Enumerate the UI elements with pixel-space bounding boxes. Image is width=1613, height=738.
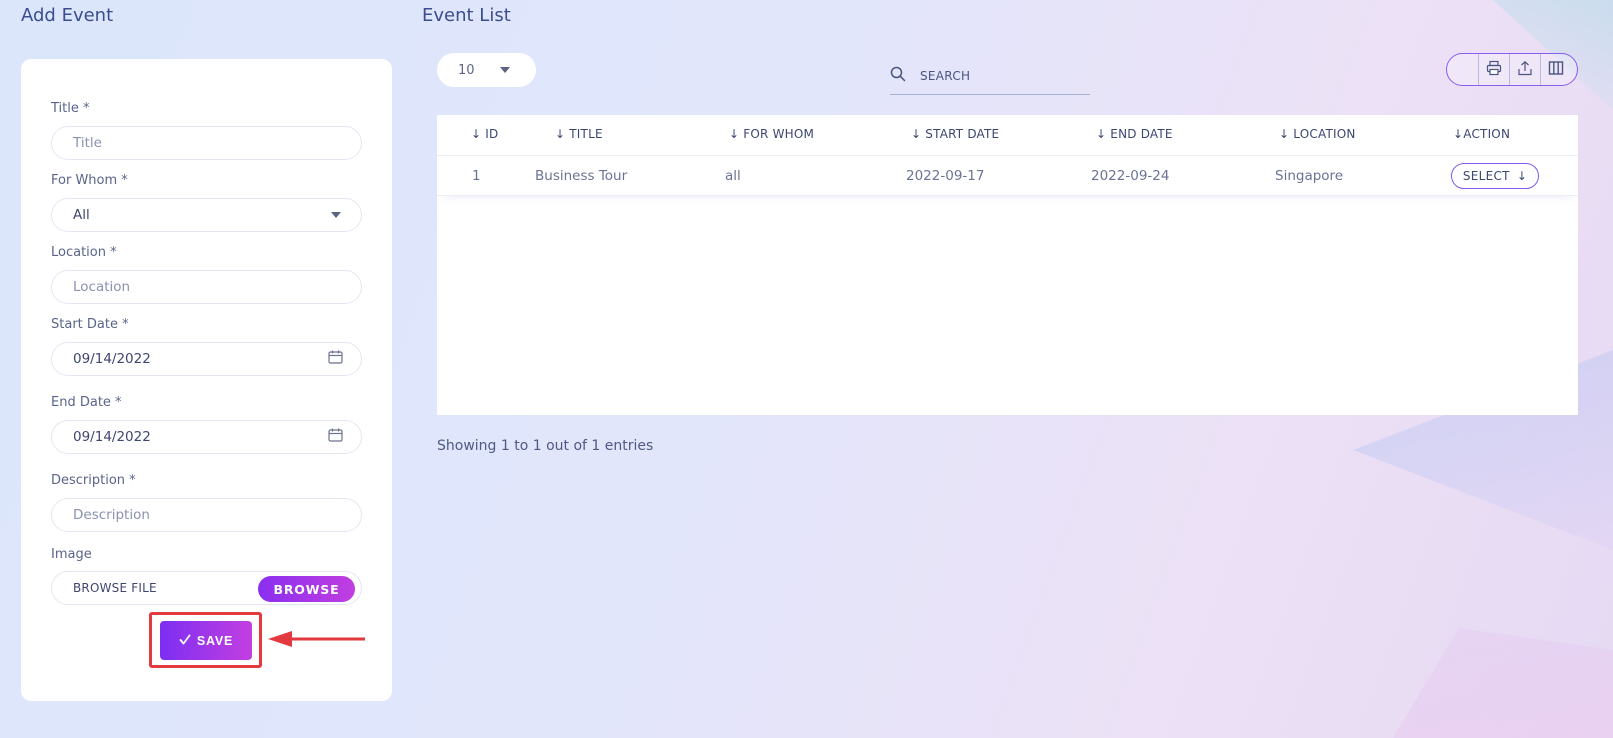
start-date-input[interactable]: 09/14/2022 [51, 342, 362, 376]
cell-title: Business Tour [535, 168, 628, 184]
title-label: Title * [51, 101, 90, 116]
page-size-select[interactable]: 10 [437, 53, 536, 87]
column-header-location[interactable]: ↓ LOCATION [1279, 127, 1356, 141]
column-label: FOR WHOM [743, 127, 815, 141]
cell-location: Singapore [1275, 168, 1344, 184]
cell-id: 1 [472, 168, 481, 184]
event-table: ↓ ID ↓ TITLE ↓ FOR WHOM ↓ START DATE ↓ E… [437, 115, 1578, 415]
export-button[interactable] [1509, 54, 1540, 85]
column-header-end-date[interactable]: ↓ END DATE [1096, 127, 1173, 141]
export-icon [1517, 60, 1533, 80]
start-date-value: 09/14/2022 [73, 351, 151, 367]
column-header-id[interactable]: ↓ ID [471, 127, 498, 141]
browse-button[interactable]: BROWSE [258, 576, 355, 602]
cell-start-date: 2022-09-17 [906, 168, 985, 184]
select-action-button[interactable]: SELECT ↓ [1451, 163, 1539, 189]
location-label: Location * [51, 245, 117, 260]
select-label: SELECT [1462, 169, 1510, 183]
table-row[interactable]: 1 Business Tour all 2022-09-17 2022-09-2… [437, 156, 1578, 196]
column-header-title[interactable]: ↓ TITLE [555, 127, 603, 141]
location-placeholder: Location [73, 279, 131, 295]
print-icon [1486, 60, 1502, 80]
title-input[interactable]: Title [51, 126, 362, 160]
page-size-value: 10 [458, 62, 475, 78]
search-bar[interactable]: SEARCH [890, 58, 1090, 95]
search-input[interactable]: SEARCH [920, 69, 970, 83]
chevron-down-icon [331, 212, 341, 218]
for-whom-label: For Whom * [51, 173, 128, 188]
check-icon [179, 634, 191, 648]
calendar-icon[interactable] [328, 428, 343, 447]
description-label: Description * [51, 473, 136, 488]
add-event-card: Title * Title For Whom * All Location * … [21, 59, 392, 701]
entries-info: Showing 1 to 1 out of 1 entries [437, 438, 654, 454]
add-event-title: Add Event [21, 5, 114, 26]
arrow-down-icon: ↓ [1516, 169, 1528, 183]
column-label: ACTION [1463, 127, 1511, 141]
image-label: Image [51, 547, 92, 562]
columns-icon [1548, 60, 1564, 80]
background-shape [1393, 628, 1613, 738]
end-date-value: 09/14/2022 [73, 429, 151, 445]
columns-button[interactable] [1540, 54, 1571, 85]
end-date-label: End Date * [51, 395, 122, 410]
start-date-label: Start Date * [51, 317, 129, 332]
calendar-icon[interactable] [328, 350, 343, 369]
column-label: ID [485, 127, 499, 141]
end-date-input[interactable]: 09/14/2022 [51, 420, 362, 454]
description-input[interactable]: Description [51, 498, 362, 532]
search-icon [890, 66, 906, 86]
table-toolbar [1446, 53, 1578, 86]
event-list-title: Event List [422, 5, 511, 26]
table-header: ↓ ID ↓ TITLE ↓ FOR WHOM ↓ START DATE ↓ E… [437, 115, 1578, 156]
for-whom-select[interactable]: All [51, 198, 362, 232]
description-placeholder: Description [73, 507, 150, 523]
column-label: START DATE [925, 127, 1000, 141]
column-label: LOCATION [1293, 127, 1356, 141]
location-input[interactable]: Location [51, 270, 362, 304]
image-file-input[interactable]: BROWSE FILE BROWSE [51, 571, 362, 605]
chevron-down-icon [500, 67, 510, 73]
title-placeholder: Title [73, 135, 102, 151]
cell-for-whom: all [725, 168, 741, 184]
save-button[interactable]: SAVE [160, 621, 252, 660]
annotation-arrow [268, 631, 365, 647]
column-header-start-date[interactable]: ↓ START DATE [911, 127, 999, 141]
cell-end-date: 2022-09-24 [1091, 168, 1170, 184]
print-button[interactable] [1478, 54, 1509, 85]
column-header-action[interactable]: ↓ACTION [1453, 127, 1510, 141]
save-label: SAVE [196, 633, 234, 648]
browse-file-text: BROWSE FILE [73, 581, 157, 595]
column-label: TITLE [569, 127, 603, 141]
column-header-for-whom[interactable]: ↓ FOR WHOM [729, 127, 814, 141]
for-whom-value: All [73, 207, 90, 223]
column-label: END DATE [1110, 127, 1173, 141]
